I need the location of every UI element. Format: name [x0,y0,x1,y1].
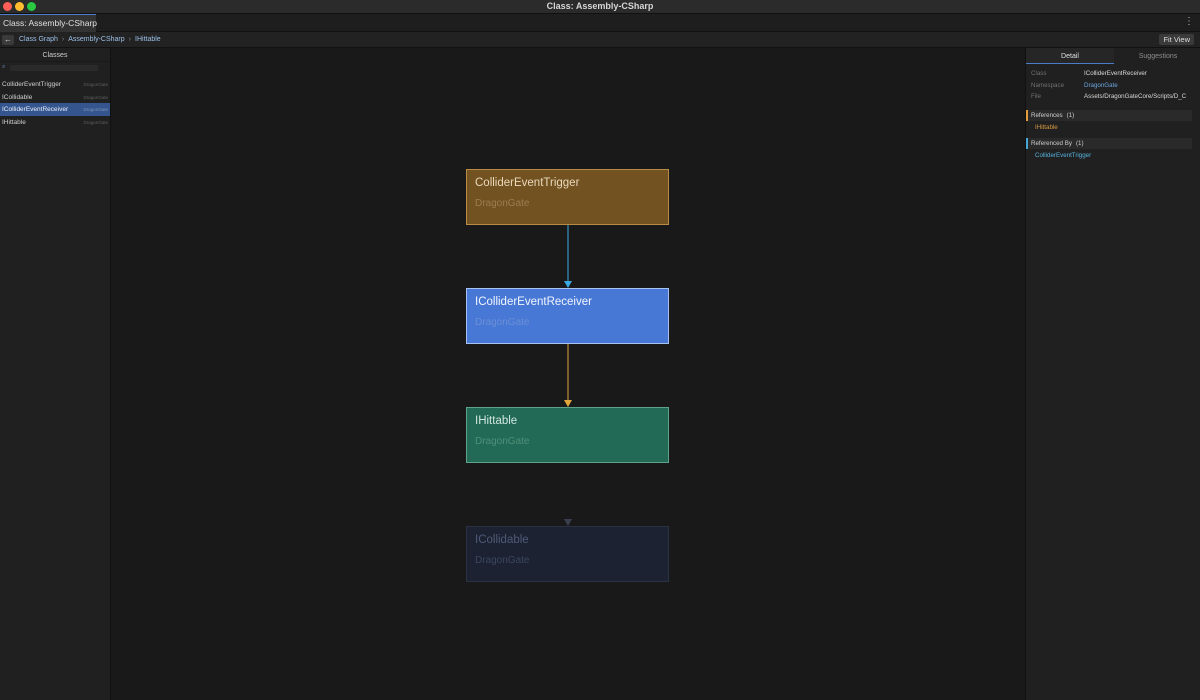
list-item-collider-event-trigger[interactable]: ColliderEventTrigger DragonGate [0,78,110,91]
references-count: (1) [1066,111,1075,119]
breadcrumb-item-assembly[interactable]: Assembly-CSharp [68,36,124,43]
graph-node-icollider-event-receiver[interactable]: IColliderEventReceiver DragonGate [466,288,669,344]
list-item-name: ICollidable [2,93,33,101]
window-title: Class: Assembly-CSharp [546,1,654,11]
property-class: Class IColliderEventReceiver [1026,69,1200,81]
arrowhead-blue [564,281,572,288]
node-title: ColliderEventTrigger [475,177,580,189]
file-path[interactable]: Assets/DragonGateCore/Scripts/D_C [1084,93,1194,100]
graph-canvas[interactable]: ColliderEventTrigger DragonGate ICollide… [111,48,1025,700]
list-item-name: IColliderEventReceiver [2,106,69,113]
graph-node-icollidable[interactable]: ICollidable DragonGate [466,526,669,582]
list-item-icollider-event-receiver[interactable]: IColliderEventReceiver DragonGate [0,103,110,116]
breadcrumb-bar: ← Class Graph › Assembly-CSharp › IHittable … [0,32,1200,48]
property-key: Class [1031,70,1047,77]
search-row: ⌕ [0,62,110,74]
property-file: File Assets/DragonGateCore/Scripts/D_C [1026,92,1200,104]
back-button[interactable]: ← [2,35,14,45]
list-item-namespace: DragonGate [83,119,108,125]
detail-panel: Detail Suggestions Class IColliderEventR… [1025,48,1200,700]
breadcrumb-separator: › [61,36,65,43]
section-accent [1026,109,1028,121]
fit-view-button[interactable]: Fit View [1159,34,1194,45]
node-namespace: DragonGate [475,198,530,209]
tab-class-graph[interactable]: Class: Assembly-CSharp [0,14,97,32]
sidebar-header: Classes [0,48,110,62]
class-list: ColliderEventTrigger DragonGate ICollida… [0,78,110,128]
graph-edges [564,225,572,526]
arrowhead-faded [564,519,572,526]
reference-link-ihittable[interactable]: IHittable [1026,121,1200,134]
property-key: Namespace [1031,81,1065,89]
arrow-left-icon: ← [4,35,12,44]
breadcrumb-item-current[interactable]: IHittable [135,36,161,43]
list-item-namespace: DragonGate [83,82,108,87]
search-icon: ⌕ [2,64,6,70]
node-namespace: DragonGate [475,555,530,566]
referenced-by-section-header[interactable]: Referenced By (1) [1026,137,1192,149]
list-item-name: IHittable [2,118,26,126]
more-menu-icon[interactable]: ⋮ [1184,16,1194,27]
node-title: ICollidable [475,534,529,546]
graph-node-collider-event-trigger[interactable]: ColliderEventTrigger DragonGate [466,169,669,225]
list-item-namespace: DragonGate [83,107,108,112]
referenced-by-label: Referenced By [1031,139,1072,147]
property-value: IColliderEventReceiver [1084,70,1147,77]
list-item-namespace: DragonGate [83,94,108,100]
graph-node-ihittable[interactable]: IHittable DragonGate [466,407,669,463]
detail-tabs: Detail Suggestions [1026,48,1200,64]
list-item-icollidable[interactable]: ICollidable DragonGate [0,91,110,104]
breadcrumb-item-class-graph[interactable]: Class Graph [19,36,58,43]
tab-suggestions[interactable]: Suggestions [1114,48,1200,64]
property-key: File [1031,93,1041,100]
tab-detail[interactable]: Detail [1026,48,1114,64]
referenced-by-count: (1) [1075,139,1084,147]
node-namespace: DragonGate [475,317,530,328]
property-namespace: Namespace DragonGate [1026,81,1200,93]
tab-bar: Class: Assembly-CSharp ⋮ [0,14,1200,32]
classes-sidebar: Classes ⌕ ColliderEventTrigger DragonGat… [0,48,111,700]
references-section-header[interactable]: References (1) [1026,109,1192,121]
node-namespace: DragonGate [475,436,530,447]
class-properties: Class IColliderEventReceiver Namespace D… [1026,69,1200,104]
referenced-by-link-collider-event-trigger[interactable]: ColliderEventTrigger [1026,149,1200,162]
class-search-input[interactable] [10,65,98,71]
list-item-name: ColliderEventTrigger [2,81,62,88]
references-label: References [1031,111,1063,119]
breadcrumb: Class Graph › Assembly-CSharp › IHittable [19,36,161,43]
namespace-link[interactable]: DragonGate [1084,82,1194,89]
list-item-ihittable[interactable]: IHittable DragonGate [0,116,110,129]
arrowhead-orange [564,400,572,407]
node-title: IColliderEventReceiver [475,296,592,308]
node-title: IHittable [475,415,518,427]
title-bar: Class: Assembly-CSharp [0,0,1200,14]
breadcrumb-separator: › [128,36,132,43]
section-accent [1026,137,1028,149]
